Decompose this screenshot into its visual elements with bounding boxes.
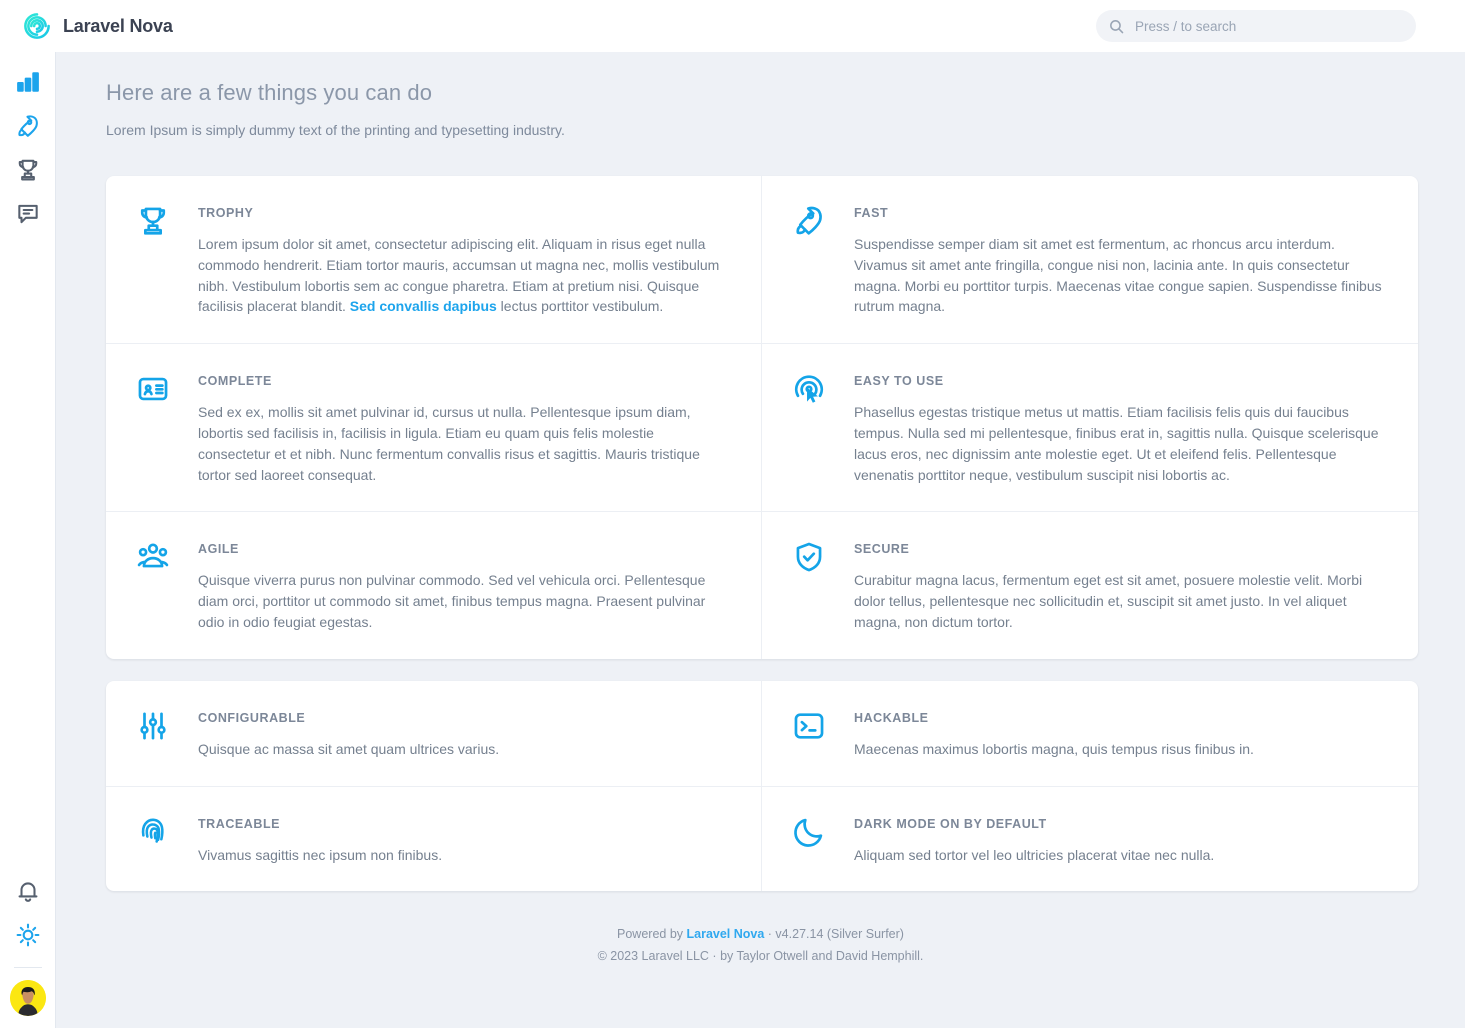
card-title: COMPLETE bbox=[198, 374, 272, 389]
id-card-icon bbox=[136, 370, 198, 485]
card-body: HACKABLE Maecenas maximus lobortis magna… bbox=[854, 707, 1384, 760]
card-text: Sed ex ex, mollis sit amet pulvinar id, … bbox=[198, 404, 700, 483]
card-complete[interactable]: COMPLETE Sed ex ex, mollis sit amet pulv… bbox=[106, 344, 762, 513]
search-box[interactable] bbox=[1096, 10, 1416, 42]
card-text: Curabitur magna lacus, fermentum eget es… bbox=[854, 572, 1363, 630]
users-group-icon bbox=[136, 538, 198, 632]
card-title: TRACEABLE bbox=[198, 816, 281, 831]
card-text: Aliquam sed tortor vel leo ultricies pla… bbox=[854, 846, 1215, 863]
card-body: DARK MODE ON BY DEFAULT Aliquam sed tort… bbox=[854, 813, 1384, 866]
card-title: HACKABLE bbox=[854, 710, 929, 725]
card-text: Quisque ac massa sit amet quam ultrices … bbox=[198, 740, 500, 757]
trophy-icon bbox=[15, 157, 41, 188]
card-easy-to-use[interactable]: EASY TO USE Phasellus egestas tristique … bbox=[762, 344, 1418, 513]
card-configurable[interactable]: CONFIGURABLE Quisque ac massa sit amet q… bbox=[106, 680, 762, 787]
card-text: Vivamus sagittis nec ipsum non finibus. bbox=[198, 846, 443, 863]
card-body: EASY TO USE Phasellus egestas tristique … bbox=[854, 370, 1384, 485]
brand-name: Laravel Nova bbox=[63, 15, 173, 36]
avatar[interactable] bbox=[9, 980, 46, 1016]
page-header: Here are a few things you can do Lorem I… bbox=[56, 80, 1465, 138]
user-avatar-icon bbox=[9, 980, 46, 1016]
card-body: CONFIGURABLE Quisque ac massa sit amet q… bbox=[198, 707, 727, 760]
footer-version: · v4.27.14 (Silver Surfer) bbox=[764, 927, 904, 942]
card-body: TROPHY Lorem ipsum dolor sit amet, conse… bbox=[198, 202, 727, 317]
page-subtitle: Lorem Ipsum is simply dummy text of the … bbox=[106, 122, 565, 138]
top-bar: Laravel Nova bbox=[0, 0, 1465, 52]
fingerprint-icon bbox=[136, 813, 198, 866]
card-trophy[interactable]: TROPHY Lorem ipsum dolor sit amet, conse… bbox=[106, 176, 762, 345]
card-text: Suspendisse semper diam sit amet est fer… bbox=[854, 236, 1382, 315]
card-body: FAST Suspendisse semper diam sit amet es… bbox=[854, 202, 1384, 317]
footer: Powered by Laravel Nova · v4.27.14 (Silv… bbox=[56, 923, 1465, 967]
terminal-icon bbox=[792, 707, 854, 760]
card-hackable[interactable]: HACKABLE Maecenas maximus lobortis magna… bbox=[762, 681, 1418, 787]
secondary-card-grid: CONFIGURABLE Quisque ac massa sit amet q… bbox=[106, 680, 1418, 892]
main-content: Here are a few things you can do Lorem I… bbox=[56, 52, 1465, 1028]
cursor-click-icon bbox=[792, 370, 854, 485]
rocket-icon bbox=[792, 202, 854, 317]
moon-icon bbox=[792, 813, 854, 866]
card-body: TRACEABLE Vivamus sagittis nec ipsum non… bbox=[198, 813, 727, 866]
card-text: Quisque viverra purus non pulvinar commo… bbox=[198, 572, 706, 630]
card-body: AGILE Quisque viverra purus non pulvinar… bbox=[198, 538, 727, 632]
comment-icon bbox=[15, 201, 41, 232]
sidebar-item-comments[interactable] bbox=[14, 202, 42, 230]
search-input[interactable] bbox=[1135, 18, 1385, 34]
card-title: SECURE bbox=[854, 542, 910, 557]
card-title: DARK MODE ON BY DEFAULT bbox=[854, 816, 1047, 831]
bell-icon bbox=[15, 878, 41, 909]
card-agile[interactable]: AGILE Quisque viverra purus non pulvinar… bbox=[106, 512, 762, 659]
card-text: Phasellus egestas tristique metus ut mat… bbox=[854, 404, 1379, 483]
sidebar-item-trophy[interactable] bbox=[14, 158, 42, 186]
search-icon bbox=[1108, 18, 1125, 35]
card-fast[interactable]: FAST Suspendisse semper diam sit amet es… bbox=[762, 176, 1418, 345]
nova-spiral-logo-icon bbox=[22, 11, 52, 41]
card-traceable[interactable]: TRACEABLE Vivamus sagittis nec ipsum non… bbox=[106, 786, 762, 892]
card-text: Maecenas maximus lobortis magna, quis te… bbox=[854, 740, 1254, 757]
trophy-icon bbox=[136, 202, 198, 317]
primary-card-grid: TROPHY Lorem ipsum dolor sit amet, conse… bbox=[106, 176, 1418, 659]
sidebar-item-rocket[interactable] bbox=[14, 114, 42, 142]
brand[interactable]: Laravel Nova bbox=[22, 11, 173, 41]
footer-powered-prefix: Powered by bbox=[617, 927, 687, 942]
footer-powered-line: Powered by Laravel Nova · v4.27.14 (Silv… bbox=[56, 923, 1465, 945]
card-secure[interactable]: SECURE Curabitur magna lacus, fermentum … bbox=[762, 512, 1418, 658]
sidebar-bottom bbox=[9, 861, 46, 1028]
card-title: TROPHY bbox=[198, 206, 254, 220]
footer-copyright: © 2023 Laravel LLC · by Taylor Otwell an… bbox=[597, 949, 924, 964]
sidebar-item-notifications[interactable] bbox=[14, 879, 42, 907]
bar-chart-icon bbox=[15, 69, 41, 100]
page-title: Here are a few things you can do bbox=[106, 80, 433, 105]
sidebar bbox=[0, 52, 56, 1028]
card-body: SECURE Curabitur magna lacus, fermentum … bbox=[854, 538, 1384, 632]
card-body: COMPLETE Sed ex ex, mollis sit amet pulv… bbox=[198, 370, 727, 485]
sliders-icon bbox=[136, 707, 198, 760]
sun-icon bbox=[15, 922, 41, 953]
footer-nova-link[interactable]: Laravel Nova bbox=[687, 927, 765, 941]
card-title: CONFIGURABLE bbox=[198, 710, 306, 725]
sidebar-item-dashboard[interactable] bbox=[14, 70, 42, 98]
card-title: EASY TO USE bbox=[854, 374, 944, 389]
card-text-after: lectus porttitor vestibulum. bbox=[496, 298, 664, 315]
card-inline-link[interactable]: Sed convallis dapibus bbox=[350, 298, 497, 314]
card-dark-mode[interactable]: DARK MODE ON BY DEFAULT Aliquam sed tort… bbox=[762, 787, 1418, 892]
card-title: FAST bbox=[854, 206, 889, 220]
sidebar-divider bbox=[13, 967, 42, 968]
rocket-icon bbox=[15, 113, 41, 144]
sidebar-item-theme-toggle[interactable] bbox=[14, 923, 42, 951]
shield-check-icon bbox=[792, 538, 854, 632]
card-title: AGILE bbox=[198, 542, 239, 557]
card-text: Lorem ipsum dolor sit amet, consectetur … bbox=[198, 234, 727, 317]
